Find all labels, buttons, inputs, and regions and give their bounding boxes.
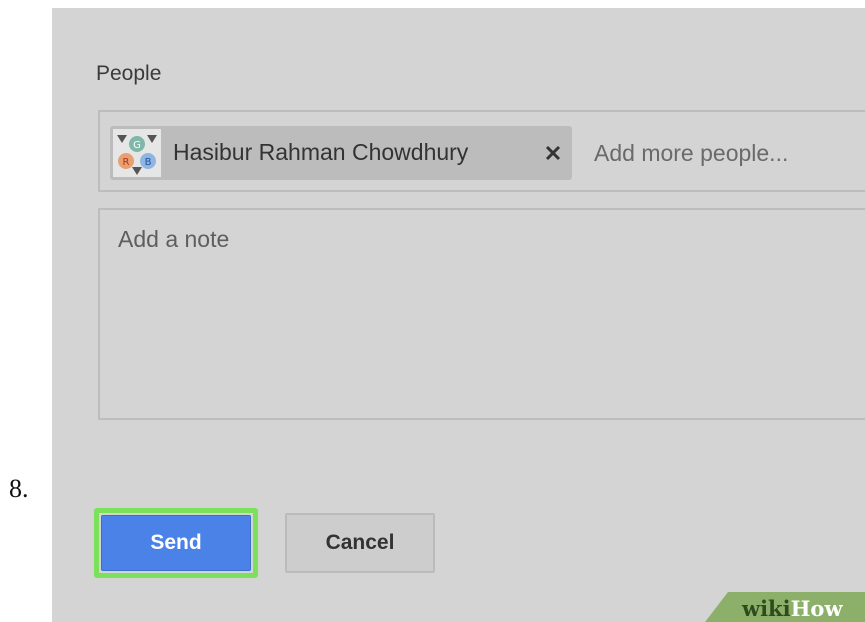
people-field[interactable]: G R B Hasibur Rahman Chowdhury: [98, 110, 865, 192]
svg-text:G: G: [133, 140, 141, 151]
people-label: People: [96, 62, 162, 85]
watermark-text: wikiHow: [742, 596, 843, 621]
share-dialog: People G R B Hasibur Rahman Chowdhury Ad…: [52, 8, 865, 622]
note-field[interactable]: [98, 208, 865, 420]
wikihow-watermark: wikiHow: [702, 592, 865, 622]
watermark-wiki: wiki: [742, 596, 791, 621]
watermark-how: How: [790, 596, 843, 621]
recipient-chip[interactable]: G R B Hasibur Rahman Chowdhury: [110, 126, 572, 180]
step-number: 8.: [9, 474, 29, 503]
add-people-input[interactable]: [594, 126, 865, 180]
recipient-name: Hasibur Rahman Chowdhury: [173, 139, 469, 165]
close-icon[interactable]: [543, 143, 563, 163]
gplus-avatar-icon: G R B: [113, 129, 161, 177]
cancel-button[interactable]: Cancel: [285, 513, 435, 573]
send-button[interactable]: Send: [101, 515, 251, 571]
svg-text:R: R: [123, 157, 130, 168]
svg-text:B: B: [145, 157, 152, 168]
